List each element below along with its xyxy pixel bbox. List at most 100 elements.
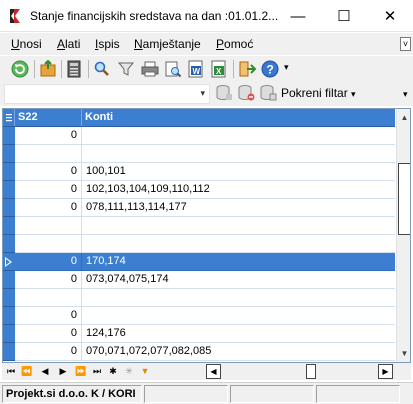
- menu-unosi[interactable]: Unosi: [11, 37, 42, 51]
- filter-combo[interactable]: ▾: [4, 84, 210, 104]
- horizontal-scrollbar[interactable]: ◀ ▶: [206, 363, 396, 380]
- insert-record-icon[interactable]: ✳: [122, 364, 136, 378]
- cell-konti[interactable]: [82, 217, 395, 235]
- refresh-button[interactable]: [10, 59, 30, 79]
- table-row[interactable]: 0: [3, 307, 395, 325]
- next-page-icon[interactable]: ⏩: [74, 364, 88, 378]
- cell-s22[interactable]: 0: [15, 199, 82, 217]
- print-button[interactable]: [140, 59, 160, 79]
- row-indicator[interactable]: [3, 181, 15, 199]
- close-button[interactable]: ✕: [367, 0, 413, 32]
- column-header-s22[interactable]: S22: [15, 109, 82, 126]
- horizontal-scroll-thumb[interactable]: [306, 364, 316, 379]
- minimize-button[interactable]: —: [275, 0, 321, 32]
- cell-s22[interactable]: 0: [15, 163, 82, 181]
- scroll-up-arrow-icon[interactable]: ▲: [397, 109, 410, 126]
- table-row[interactable]: 0 078,111,113,114,177: [3, 199, 395, 217]
- row-indicator[interactable]: [3, 235, 15, 253]
- row-indicator[interactable]: [3, 217, 15, 235]
- next-record-icon[interactable]: ▶: [56, 364, 70, 378]
- cell-s22[interactable]: [15, 289, 82, 307]
- previous-page-icon[interactable]: ⏪: [20, 364, 34, 378]
- search-button[interactable]: [92, 59, 112, 79]
- toolbar-overflow-icon[interactable]: ▾: [284, 62, 289, 73]
- cell-konti[interactable]: [82, 145, 395, 163]
- maximize-button[interactable]: ☐: [321, 0, 367, 32]
- export-button[interactable]: [38, 59, 58, 79]
- cell-s22[interactable]: 0: [15, 343, 82, 361]
- cell-konti[interactable]: 078,111,113,114,177: [82, 199, 395, 217]
- menu-namjestanje[interactable]: Namještanje: [134, 37, 201, 51]
- row-indicator[interactable]: [3, 145, 15, 163]
- cell-s22[interactable]: 0: [15, 325, 82, 343]
- data-grid[interactable]: S22 Konti 0 0 100,101 0 102,103,104,109,110,…: [2, 108, 411, 363]
- row-selector-header[interactable]: [3, 109, 15, 126]
- menu-alati[interactable]: Alati: [57, 37, 80, 51]
- cell-s22[interactable]: [15, 145, 82, 163]
- first-record-icon[interactable]: ⏮: [4, 364, 18, 378]
- table-row-selected[interactable]: 0 170,174: [3, 253, 395, 271]
- table-row[interactable]: [3, 145, 395, 163]
- cell-konti[interactable]: [82, 289, 395, 307]
- cell-konti[interactable]: [82, 235, 395, 253]
- vertical-scroll-thumb[interactable]: [398, 163, 410, 235]
- cell-konti[interactable]: 070,071,072,077,082,085: [82, 343, 395, 361]
- menu-pomoc[interactable]: Pomoć: [216, 37, 253, 51]
- table-row[interactable]: [3, 217, 395, 235]
- filterbar-overflow-icon[interactable]: ▾: [403, 89, 408, 100]
- append-record-icon[interactable]: ✱: [106, 364, 120, 378]
- menu-overflow-button[interactable]: ˅: [400, 37, 411, 51]
- cell-s22[interactable]: [15, 235, 82, 253]
- row-indicator[interactable]: [3, 127, 15, 145]
- row-indicator[interactable]: [3, 253, 15, 271]
- export-excel-button[interactable]: X: [209, 59, 229, 79]
- table-row[interactable]: 0 100,101: [3, 163, 395, 181]
- cell-s22[interactable]: 0: [15, 253, 82, 271]
- remove-filter-button[interactable]: [236, 83, 256, 103]
- column-header-konti[interactable]: Konti: [82, 109, 395, 126]
- cell-s22[interactable]: 0: [15, 127, 82, 145]
- cell-konti[interactable]: [82, 307, 395, 325]
- cell-s22[interactable]: [15, 217, 82, 235]
- cell-konti[interactable]: 102,103,104,109,110,112: [82, 181, 395, 199]
- export-word-button[interactable]: W: [186, 59, 206, 79]
- row-indicator[interactable]: [3, 271, 15, 289]
- scroll-right-arrow-icon[interactable]: ▶: [378, 364, 393, 379]
- table-row[interactable]: [3, 235, 395, 253]
- print-preview-button[interactable]: [163, 59, 183, 79]
- menu-ispis[interactable]: Ispis: [95, 37, 120, 51]
- row-indicator[interactable]: [3, 325, 15, 343]
- exit-button[interactable]: [237, 59, 257, 79]
- scroll-down-arrow-icon[interactable]: ▼: [397, 345, 410, 362]
- filter-record-icon[interactable]: ▼: [138, 364, 152, 378]
- table-row[interactable]: [3, 289, 395, 307]
- last-record-icon[interactable]: ⏭: [90, 364, 104, 378]
- save-filter-button[interactable]: [258, 83, 278, 103]
- table-row[interactable]: 0 124,176: [3, 325, 395, 343]
- table-row[interactable]: 0: [3, 127, 395, 145]
- row-indicator[interactable]: [3, 163, 15, 181]
- run-filter-button[interactable]: Pokreni filtar ▾: [281, 86, 356, 100]
- help-button[interactable]: ?: [260, 59, 280, 79]
- filter-button[interactable]: [116, 59, 136, 79]
- cell-konti[interactable]: 100,101: [82, 163, 395, 181]
- previous-record-icon[interactable]: ◀: [38, 364, 52, 378]
- table-row[interactable]: 0 070,071,072,077,082,085: [3, 343, 395, 361]
- row-indicator[interactable]: [3, 199, 15, 217]
- cell-konti[interactable]: [82, 127, 395, 145]
- row-indicator[interactable]: [3, 289, 15, 307]
- add-filter-button[interactable]: [214, 83, 234, 103]
- table-row[interactable]: 0 073,074,075,174: [3, 271, 395, 289]
- calculator-button[interactable]: [64, 59, 84, 79]
- row-indicator[interactable]: [3, 343, 15, 361]
- table-row[interactable]: 0 102,103,104,109,110,112: [3, 181, 395, 199]
- row-indicator[interactable]: [3, 307, 15, 325]
- vertical-scrollbar[interactable]: ▲ ▼: [396, 109, 410, 362]
- cell-konti[interactable]: 124,176: [82, 325, 395, 343]
- cell-s22[interactable]: 0: [15, 271, 82, 289]
- scroll-left-arrow-icon[interactable]: ◀: [206, 364, 221, 379]
- cell-s22[interactable]: 0: [15, 307, 82, 325]
- cell-s22[interactable]: 0: [15, 181, 82, 199]
- cell-konti[interactable]: 170,174: [82, 253, 395, 271]
- cell-konti[interactable]: 073,074,075,174: [82, 271, 395, 289]
